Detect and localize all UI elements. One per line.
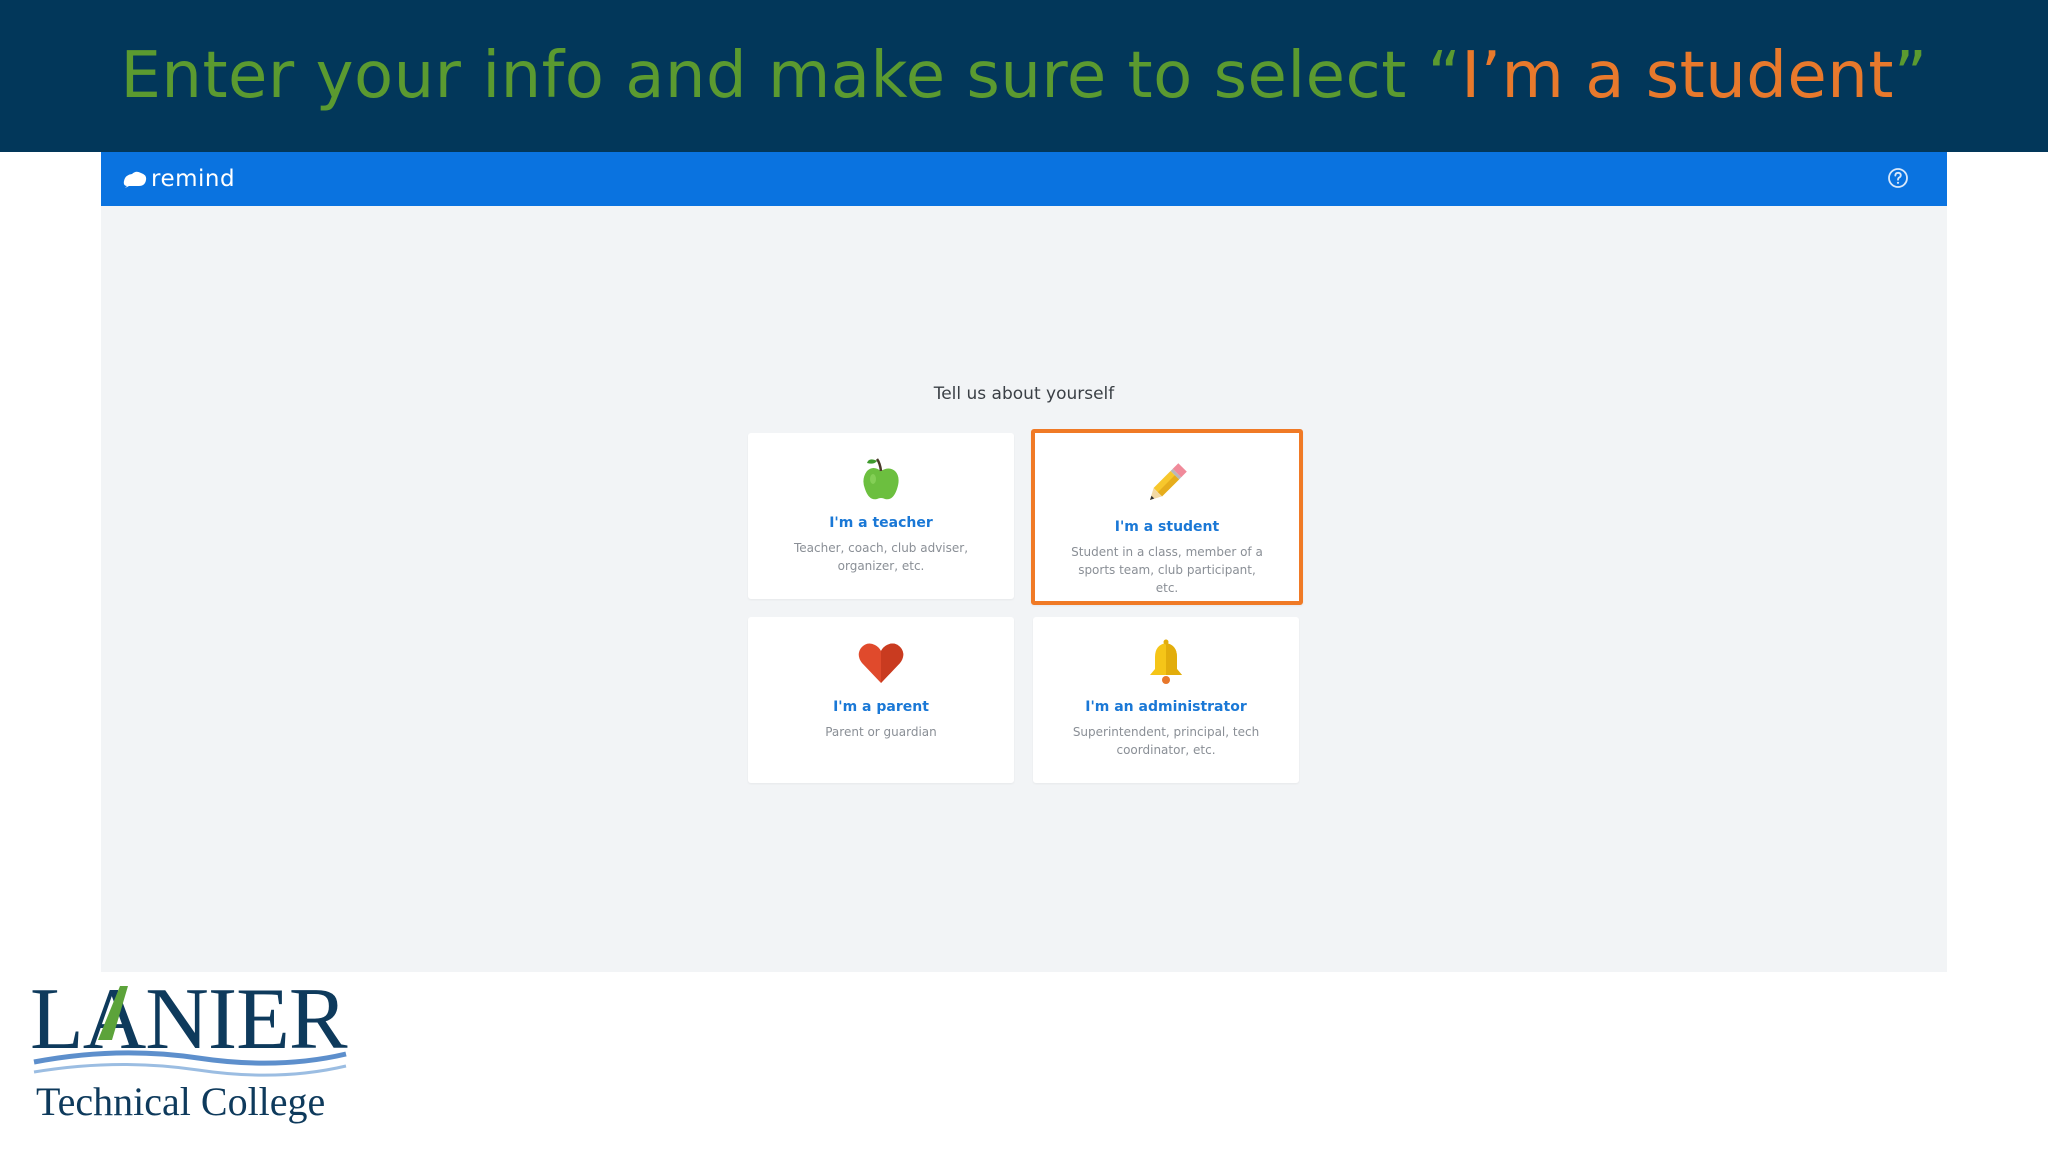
administrator-card-title: I'm an administrator	[1085, 699, 1247, 715]
student-card[interactable]: I'm a student Student in a class, member…	[1031, 429, 1303, 605]
slide: Enter your info and make sure to select …	[0, 0, 2048, 1152]
parent-card-title: I'm a parent	[833, 699, 929, 715]
slide-title: Enter your info and make sure to select …	[120, 39, 1927, 113]
logo-subtitle: Technical College	[36, 1079, 325, 1124]
title-suffix: ”	[1893, 39, 1928, 113]
teacher-card-desc: Teacher, coach, club adviser, organizer,…	[793, 541, 969, 573]
title-banner: Enter your info and make sure to select …	[0, 0, 2048, 152]
remind-app-screenshot: remind Tell us about yourself I'm a teac…	[101, 152, 1947, 972]
lanier-college-logo: LANIER Technical College	[30, 980, 348, 1124]
parent-card[interactable]: I'm a parent Parent or guardian	[748, 617, 1014, 783]
remind-logo-text: remind	[151, 166, 236, 192]
teacher-card-title: I'm a teacher	[829, 515, 933, 531]
bell-icon	[1150, 639, 1182, 684]
remind-logo[interactable]: remind	[123, 164, 235, 194]
remind-cloud-icon	[123, 171, 147, 188]
parent-card-desc: Parent or guardian	[825, 725, 937, 739]
help-icon[interactable]	[1887, 167, 1909, 189]
student-card-desc: Student in a class, member of a sports t…	[1071, 545, 1263, 595]
heart-icon	[858, 643, 904, 683]
administrator-card-desc: Superintendent, principal, tech coordina…	[1072, 725, 1260, 757]
prompt-text: Tell us about yourself	[933, 384, 1115, 404]
administrator-card[interactable]: I'm an administrator Superintendent, pri…	[1033, 617, 1299, 783]
title-highlight: I’m a student	[1461, 39, 1894, 113]
pencil-icon	[1150, 463, 1187, 500]
title-prefix: Enter your info and make sure to select …	[120, 39, 1462, 113]
student-card-title: I'm a student	[1114, 519, 1220, 535]
teacher-card[interactable]: I'm a teacher Teacher, coach, club advis…	[748, 433, 1014, 599]
app-header: remind	[101, 152, 1947, 206]
apple-icon	[863, 458, 899, 500]
